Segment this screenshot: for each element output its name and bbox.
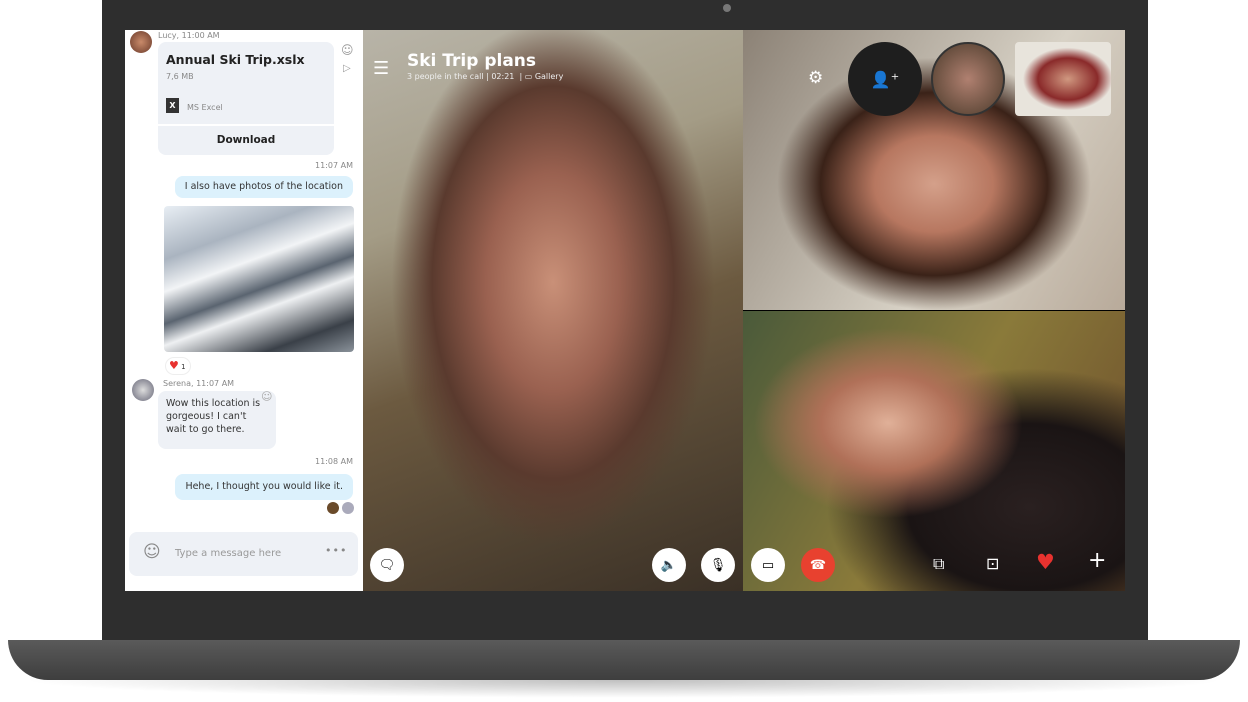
emoji-icon[interactable]: ☺ [143,542,161,562]
participant-avatar[interactable] [931,42,1005,116]
message-bubble: Wow this location is gorgeous! I can't w… [158,391,276,449]
skype-window: Lucy, 11:00 AM Annual Ski Trip.xslx 7,6 … [125,30,1125,591]
add-person-icon: 👤⁺ [870,69,900,89]
call-title: Ski Trip plans [407,51,537,71]
serena-avatar [132,379,154,401]
file-type: MS Excel [187,103,223,112]
message-composer[interactable]: ☺ Type a message here ••• [129,532,358,576]
video-tile-participant-3 [743,311,1125,591]
emoji-reaction-icon[interactable]: ☺ [261,390,272,403]
read-receipt-avatar [327,502,339,514]
forward-icon[interactable]: ▷ [343,63,351,74]
message-input[interactable]: Type a message here [175,548,281,559]
end-call-button[interactable]: ☎ [801,548,835,582]
screen-share-icon[interactable]: ⧉ [933,554,944,574]
emoji-reaction-icon[interactable]: ☺ [341,43,354,57]
laptop-shadow [20,680,1228,698]
add-participant-button[interactable]: 👤⁺ [848,42,922,116]
timestamp: 11:07 AM [315,161,353,170]
chat-toggle-button[interactable]: 🗨 [370,548,404,582]
snapshot-icon[interactable]: ⊡ [986,554,999,573]
sender-meta: Serena, 11:07 AM [163,379,235,388]
video-camera-icon: ▭ [761,557,775,573]
timestamp: 11:08 AM [315,457,353,466]
call-status: 3 people in the call | 02:21 | [407,72,523,81]
heart-icon: ♥ [169,359,179,372]
file-card: Annual Ski Trip.xslx 7,6 MB X MS Excel D… [158,42,334,155]
file-size: 7,6 MB [166,72,194,81]
excel-icon: X [166,98,179,113]
speaker-button[interactable]: 🔈 [652,548,686,582]
hang-up-icon: ☎ [809,557,827,573]
chat-icon: 🗨 [378,557,396,573]
microphone-icon: 🎙 [709,557,727,573]
video-button[interactable]: ▭ [751,548,785,582]
video-tile-participant-1 [363,30,743,591]
speaker-icon: 🔈 [660,557,678,573]
mountain-photo[interactable] [164,206,354,352]
menu-icon[interactable]: ☰ [373,58,389,79]
webcam [723,4,731,12]
message-bubble: Hehe, I thought you would like it. [175,474,353,500]
lucy-avatar [130,31,152,53]
self-preview[interactable] [1015,42,1111,116]
call-subtitle: 3 people in the call | 02:21 | ▭ Gallery [407,72,563,81]
gallery-view-button[interactable]: Gallery [535,72,564,81]
laptop-base [8,640,1240,680]
read-receipt-avatar [342,502,354,514]
settings-icon[interactable]: ⚙ [808,68,823,88]
gallery-icon: ▭ [524,72,533,81]
chat-panel: Lucy, 11:00 AM Annual Ski Trip.xslx 7,6 … [125,30,363,591]
heart-reaction-icon[interactable]: ♥ [1036,550,1055,574]
sender-meta: Lucy, 11:00 AM [158,31,220,40]
download-button[interactable]: Download [158,124,334,155]
message-bubble: I also have photos of the location [174,176,353,198]
more-options-icon[interactable]: ••• [325,544,347,557]
mute-button[interactable]: 🎙 [701,548,735,582]
reaction-badge[interactable]: ♥ 1 [165,357,191,375]
reaction-count: 1 [181,363,186,371]
add-icon[interactable]: + [1088,548,1106,573]
file-name: Annual Ski Trip.xslx [166,52,305,67]
